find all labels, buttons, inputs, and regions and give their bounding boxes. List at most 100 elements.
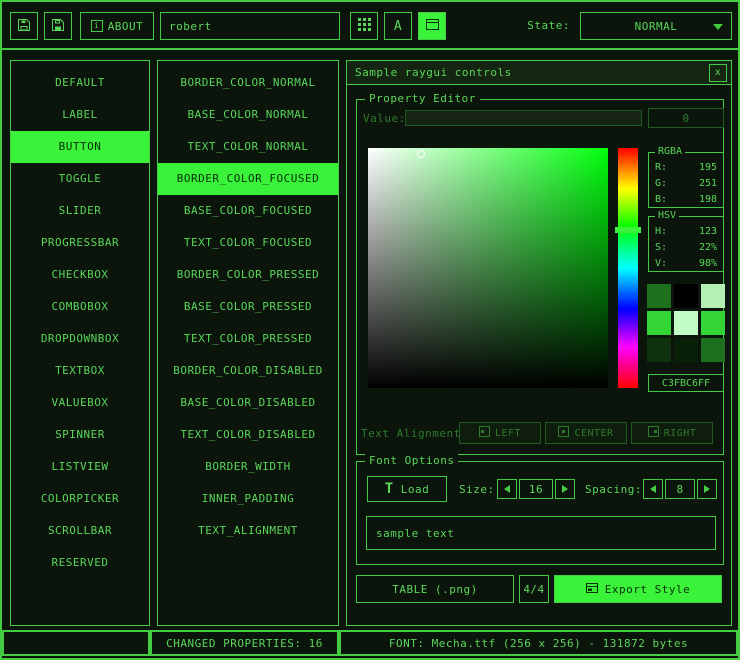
align-center-button[interactable]: CENTER (545, 422, 627, 444)
rgba-row: R: 195 (649, 162, 723, 174)
control-list-item[interactable]: VALUEBOX (11, 387, 149, 419)
size-value[interactable]: 16 (519, 479, 553, 499)
property-list-item[interactable]: TEXT_COLOR_FOCUSED (158, 227, 338, 259)
table-image-button[interactable] (418, 12, 446, 40)
property-list-item[interactable]: BASE_COLOR_PRESSED (158, 291, 338, 323)
control-list-item[interactable]: SCROLLBAR (11, 515, 149, 547)
control-list-item[interactable]: RESERVED (11, 547, 149, 579)
property-list-item[interactable]: BORDER_COLOR_NORMAL (158, 67, 338, 99)
value-slider[interactable] (405, 110, 642, 126)
about-button[interactable]: i ABOUT (80, 12, 154, 40)
export-style-button[interactable]: Export Style (554, 575, 722, 603)
state-dropdown[interactable]: NORMAL (580, 12, 732, 40)
control-list-item[interactable]: TEXTBOX (11, 355, 149, 387)
palette-color-cell[interactable] (674, 311, 698, 335)
about-button-label: ABOUT (108, 20, 144, 33)
property-list-item[interactable]: BORDER_COLOR_FOCUSED (158, 163, 338, 195)
export-style-label: Export Style (605, 583, 690, 596)
value-box[interactable]: 0 (648, 108, 724, 128)
channel-label: S: (655, 242, 667, 254)
control-list-item[interactable]: CHECKBOX (11, 259, 149, 291)
close-button[interactable]: x (709, 64, 727, 82)
font-settings-button[interactable]: A (384, 12, 412, 40)
value-label: Value: (363, 112, 406, 125)
control-list-item[interactable]: COLORPICKER (11, 483, 149, 515)
property-list-item[interactable]: BASE_COLOR_NORMAL (158, 99, 338, 131)
align-right-button[interactable]: RIGHT (631, 422, 713, 444)
hue-bar-cursor[interactable] (615, 227, 641, 233)
property-list-item[interactable]: TEXT_COLOR_NORMAL (158, 131, 338, 163)
property-list-item[interactable]: BASE_COLOR_FOCUSED (158, 195, 338, 227)
palette-color-cell[interactable] (647, 338, 671, 362)
property-list-item[interactable]: INNER_PADDING (158, 483, 338, 515)
grid-view-button[interactable] (350, 12, 378, 40)
palette-color-cell[interactable] (701, 311, 725, 335)
export-icon (586, 582, 598, 597)
style-name-input[interactable] (169, 20, 331, 33)
color-picker[interactable] (368, 148, 608, 388)
property-list-item[interactable]: BORDER_WIDTH (158, 451, 338, 483)
style-name-field[interactable] (160, 12, 340, 40)
palette-color-cell[interactable] (701, 284, 725, 308)
pages-value[interactable]: 4/4 (519, 575, 549, 603)
property-list-item[interactable]: TEXT_COLOR_DISABLED (158, 419, 338, 451)
control-list-item[interactable]: TOGGLE (11, 163, 149, 195)
channel-value: 195 (699, 162, 717, 174)
align-left-button[interactable]: LEFT (459, 422, 541, 444)
control-list-item[interactable]: COMBOBOX (11, 291, 149, 323)
channel-value: 251 (699, 178, 717, 190)
control-list-item[interactable]: LABEL (11, 99, 149, 131)
sample-text-input[interactable]: sample text (366, 516, 716, 550)
toolbar: i ABOUT A State: NORMAL (2, 2, 738, 50)
font-load-button[interactable]: T Load (367, 476, 447, 502)
channel-value: 123 (699, 226, 717, 238)
channel-value: 198 (699, 194, 717, 206)
statusbar-font-info: FONT: Mecha.ttf (256 x 256) - 131872 byt… (339, 630, 738, 656)
palette-color-cell[interactable] (701, 338, 725, 362)
spacing-increment-button[interactable] (697, 479, 717, 499)
size-decrement-button[interactable] (497, 479, 517, 499)
property-list-item[interactable]: BORDER_COLOR_PRESSED (158, 259, 338, 291)
control-list-item[interactable]: DEFAULT (11, 67, 149, 99)
channel-label: G: (655, 178, 667, 190)
font-info-text: FONT: Mecha.ttf (256 x 256) - 131872 byt… (389, 637, 688, 650)
statusbar-left (2, 630, 150, 656)
letter-a-icon: A (394, 19, 402, 34)
rgba-row: B: 198 (649, 194, 723, 206)
palette-color-cell[interactable] (674, 284, 698, 308)
property-list-item[interactable]: BASE_COLOR_DISABLED (158, 387, 338, 419)
property-editor-group-label: Property Editor (365, 92, 480, 106)
align-left-label: LEFT (495, 428, 521, 439)
color-palette-grid (647, 284, 725, 362)
control-list-item[interactable]: LISTVIEW (11, 451, 149, 483)
font-options-group-label: Font Options (365, 454, 458, 468)
format-dropdown-button[interactable]: TABLE (.png) (356, 575, 514, 603)
property-editor-group: Property Editor Value: 0 RGBA R: 195 G: … (356, 99, 724, 455)
rgba-panel-label: RGBA (655, 146, 685, 158)
property-list-item[interactable]: BORDER_COLOR_DISABLED (158, 355, 338, 387)
load-style-button[interactable] (44, 12, 72, 40)
floppy-save-icon (17, 18, 31, 35)
size-increment-button[interactable] (555, 479, 575, 499)
palette-color-cell[interactable] (647, 311, 671, 335)
control-list-item[interactable]: DROPDOWNBOX (11, 323, 149, 355)
properties-list: BORDER_COLOR_NORMALBASE_COLOR_NORMALTEXT… (157, 60, 339, 626)
control-list-item[interactable]: PROGRESSBAR (11, 227, 149, 259)
align-right-label: RIGHT (664, 428, 697, 439)
save-style-button[interactable] (10, 12, 38, 40)
spacing-value[interactable]: 8 (665, 479, 695, 499)
spacing-decrement-button[interactable] (643, 479, 663, 499)
control-list-item[interactable]: SLIDER (11, 195, 149, 227)
color-picker-cursor[interactable] (417, 150, 425, 158)
property-list-item[interactable]: TEXT_ALIGNMENT (158, 515, 338, 547)
palette-color-cell[interactable] (647, 284, 671, 308)
channel-value: 22% (699, 242, 717, 254)
control-list-item[interactable]: SPINNER (11, 419, 149, 451)
grid-icon (358, 18, 371, 34)
property-list-item[interactable]: TEXT_COLOR_PRESSED (158, 323, 338, 355)
size-label: Size: (459, 483, 495, 496)
hex-color-input[interactable]: C3FBC6FF (648, 374, 724, 392)
control-list-item[interactable]: BUTTON (11, 131, 149, 163)
palette-color-cell[interactable] (674, 338, 698, 362)
hue-bar[interactable] (618, 148, 638, 388)
